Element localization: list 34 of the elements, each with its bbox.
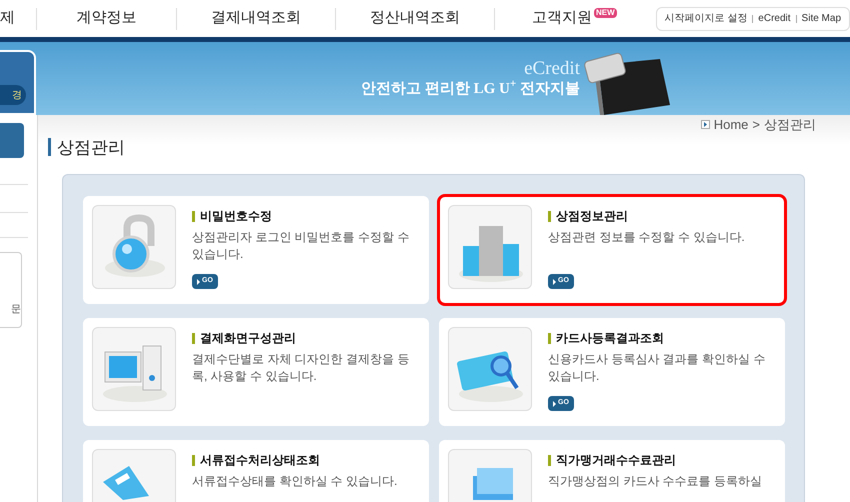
card-description: 상점관련 정보를 수정할 수 있습니다. xyxy=(548,229,746,246)
arrow-icon xyxy=(700,120,710,130)
menu-card[interactable]: 직가맹거래수수료관리 직가맹상점의 카드사 수수료를 등록하실 xyxy=(439,440,785,502)
nav-tab[interactable]: 고객지원 xyxy=(532,7,592,30)
utility-link[interactable]: 시작페이지로 설정 xyxy=(664,11,748,26)
nav-tab[interactable]: 계약정보 xyxy=(76,7,136,30)
nav-tab[interactable]: 제 xyxy=(0,7,15,30)
utility-link[interactable]: eCredit xyxy=(758,11,791,26)
sidebar-menu-bar[interactable] xyxy=(0,123,24,158)
card-description: 신용카드사 등록심사 결과를 확인하실 수 있습니다. xyxy=(548,351,766,385)
utility-link[interactable]: Site Map xyxy=(802,11,842,26)
nav-tab[interactable]: 결제내역조회 xyxy=(210,7,301,30)
breadcrumb-link[interactable]: Home xyxy=(714,115,748,134)
page-title: 상점관리 xyxy=(57,136,125,158)
sidebar-pill-button[interactable]: 경 xyxy=(0,85,26,105)
sidebar-link-text[interactable]: 문 xyxy=(11,302,21,317)
card-title: 상점정보관리 xyxy=(556,208,628,225)
nav-tab[interactable]: 정산내역조회 xyxy=(370,7,460,30)
breadcrumb-separator: > xyxy=(752,116,760,134)
brand-text: eCredit xyxy=(524,58,580,78)
card-description: 결제수단별로 자체 디자인한 결제창을 등록, 사용할 수 있습니다. xyxy=(192,351,410,385)
menu-card[interactable]: 결제화면구성관리 결제수단별로 자체 디자인한 결제창을 등록, 사용할 수 있습니다. xyxy=(83,318,429,426)
card-description: 서류접수상태를 확인하실 수 있습니다. xyxy=(192,473,398,490)
new-badge: NEW xyxy=(594,8,617,18)
card-title: 카드사등록결과조회 xyxy=(556,330,664,347)
card-title: 비밀번호수정 xyxy=(200,208,272,225)
breadcrumb-link[interactable]: 상점관리 xyxy=(764,115,816,134)
card-description: 상점관리자 로그인 비밀번호를 수정할 수 있습니다. xyxy=(192,229,410,263)
card-title: 서류접수처리상태조회 xyxy=(200,452,320,469)
card-title: 결제화면구성관리 xyxy=(200,330,296,347)
slogan-text: 안전하고 편리한 LG U$^{+}$ 전자지불 xyxy=(361,78,580,98)
card-title: 직가맹거래수수료관리 xyxy=(556,452,676,469)
menu-card[interactable]: 서류접수처리상태조회 서류접수상태를 확인하실 수 있습니다. xyxy=(83,440,429,502)
card-description: 직가맹상점의 카드사 수수료를 등록하실 xyxy=(548,473,764,490)
